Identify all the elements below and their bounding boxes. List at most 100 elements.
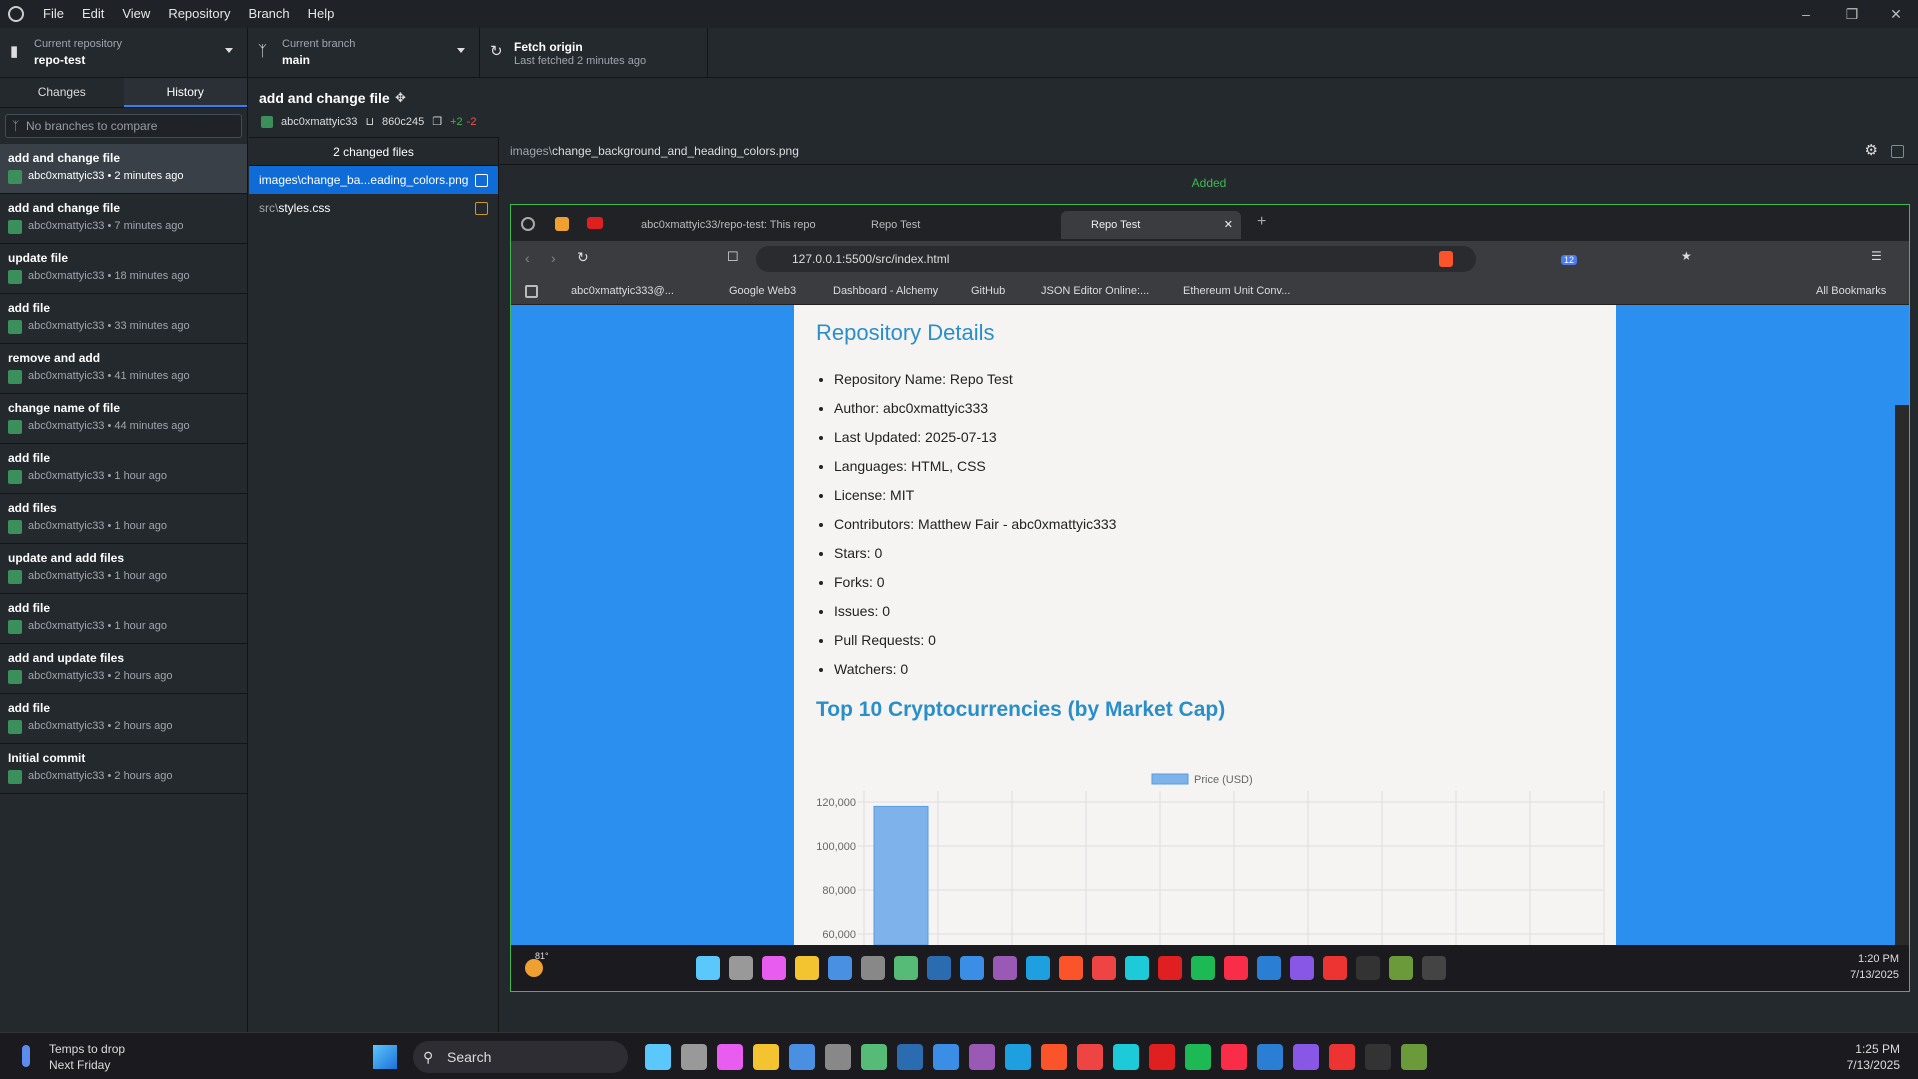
tab-history[interactable]: History (123, 78, 247, 107)
restore-icon[interactable]: ❐ (1830, 0, 1874, 28)
commit-item[interactable]: add and update files abc0xmattyic33 • 2 h… (0, 644, 247, 694)
menu-file[interactable]: File (34, 0, 73, 28)
detail-item: Repository Name: Repo Test (834, 365, 1116, 394)
close-icon[interactable]: ✕ (1874, 0, 1918, 28)
commit-item[interactable]: add and change file abc0xmattyic33 • 7 mi… (0, 194, 247, 244)
start-icon[interactable] (373, 1045, 397, 1069)
new-tab-icon[interactable]: + (1257, 213, 1266, 231)
taskbar-app-icon[interactable] (645, 1044, 671, 1070)
tab-changes[interactable]: Changes (0, 78, 124, 107)
menu-help[interactable]: Help (299, 0, 344, 28)
taskbar-app-icon[interactable] (1041, 1044, 1067, 1070)
taskbar-app-icon[interactable] (1221, 1044, 1247, 1070)
details-list: Repository Name: Repo TestAuthor: abc0xm… (834, 365, 1116, 684)
commit-item[interactable]: add files abc0xmattyic33 • 1 hour ago (0, 494, 247, 544)
browser-tab[interactable]: abc0xmattyic33/repo-test: This repo (611, 211, 839, 239)
commit-item[interactable]: add and change file abc0xmattyic33 • 2 mi… (0, 144, 247, 194)
taskbar-app-icon[interactable] (1149, 1044, 1175, 1070)
scrollbar[interactable] (1895, 405, 1909, 991)
repository-selector[interactable]: ▮ Current repository repo-test (0, 28, 248, 78)
commit-item[interactable]: add file abc0xmattyic33 • 1 hour ago (0, 444, 247, 494)
file-row[interactable]: src\styles.css (249, 194, 498, 222)
commit-item[interactable]: update and add files abc0xmattyic33 • 1 h… (0, 544, 247, 594)
taskbar-app-icon[interactable] (1113, 1044, 1139, 1070)
taskbar-app-icon[interactable] (1185, 1044, 1211, 1070)
commit-item-meta: abc0xmattyic33 • 1 hour ago (8, 570, 239, 584)
commit-item[interactable]: Initial commit abc0xmattyic33 • 2 hours a… (0, 744, 247, 794)
taskbar-app-icon[interactable] (1365, 1044, 1391, 1070)
browser-tab-active[interactable]: Repo Test ✕ (1061, 211, 1241, 239)
bookmark-item[interactable]: JSON Editor Online:... (1041, 277, 1149, 305)
youtube-icon[interactable] (587, 217, 603, 229)
branch-compare-input[interactable]: ᛉ No branches to compare (5, 114, 242, 138)
commit-item[interactable]: add file abc0xmattyic33 • 33 minutes ago (0, 294, 247, 344)
taskbar-app-icon[interactable] (753, 1044, 779, 1070)
search-box[interactable]: ⚲ Search (413, 1041, 628, 1073)
expand-icon[interactable]: ✥ (395, 90, 406, 106)
pinned-tab-icon[interactable] (555, 217, 569, 231)
menu-repository[interactable]: Repository (159, 0, 239, 28)
gear-icon[interactable]: ⚙ (1865, 137, 1878, 165)
taskbar-app-icon[interactable] (933, 1044, 959, 1070)
taskbar-app-icon[interactable] (825, 1044, 851, 1070)
apps-icon[interactable] (525, 285, 538, 298)
bookmark-item[interactable]: abc0xmattyic333@... (571, 277, 674, 305)
commit-item-title: remove and add (8, 351, 101, 365)
taskbar-app-icon[interactable] (1005, 1044, 1031, 1070)
taskbar-app-icon[interactable] (789, 1044, 815, 1070)
clock[interactable]: 1:25 PM 7/13/2025 (1847, 1041, 1900, 1073)
menu-icon[interactable]: ☰ (1871, 249, 1882, 263)
commit-item-meta: abc0xmattyic33 • 2 hours ago (8, 770, 239, 784)
bookmark-item[interactable]: GitHub (971, 277, 1005, 305)
menu-branch[interactable]: Branch (239, 0, 298, 28)
back-icon[interactable]: ‹ (525, 250, 530, 266)
menu-edit[interactable]: Edit (73, 0, 113, 28)
y-tick-label: 60,000 (822, 929, 856, 941)
commit-item-meta: abc0xmattyic33 • 41 minutes ago (8, 370, 239, 384)
commit-item[interactable]: change name of file abc0xmattyic33 • 44 m… (0, 394, 247, 444)
browser-menu-icon[interactable] (521, 217, 535, 231)
weather-widget[interactable]: Temps to drop Next Friday (49, 1041, 125, 1073)
taskbar-app-icon[interactable] (861, 1044, 887, 1070)
bookmark-icon[interactable]: ☐ (727, 249, 739, 265)
all-bookmarks[interactable]: All Bookmarks (1816, 277, 1886, 305)
forward-icon[interactable]: › (551, 250, 556, 266)
taskbar-app-icon[interactable] (1401, 1044, 1427, 1070)
bookmark-item[interactable]: Dashboard - Alchemy (833, 277, 938, 305)
bookmark-item[interactable]: Google Web3 (729, 277, 796, 305)
taskbar-app-icon[interactable] (897, 1044, 923, 1070)
minimize-icon[interactable]: – (1784, 0, 1828, 28)
inner-taskbar-app-icon (1257, 956, 1281, 980)
branch-selector[interactable]: ᛉ Current branch main (248, 28, 480, 78)
close-icon[interactable]: ✕ (1224, 211, 1233, 239)
reload-icon[interactable]: ↻ (577, 249, 589, 266)
taskbar-app-icon[interactable] (1293, 1044, 1319, 1070)
taskbar-app-icon[interactable] (1077, 1044, 1103, 1070)
detail-item: Watchers: 0 (834, 655, 1116, 684)
copy-icon[interactable]: ❐ (432, 115, 442, 128)
taskbar-app-icon[interactable] (717, 1044, 743, 1070)
bookmark-item[interactable]: Ethereum Unit Conv... (1183, 277, 1290, 305)
commit-item-meta: abc0xmattyic33 • 44 minutes ago (8, 420, 239, 434)
puzzle-icon[interactable]: ★ (1681, 249, 1692, 263)
commit-item[interactable]: remove and add abc0xmattyic33 • 41 minute… (0, 344, 247, 394)
webpage: Repository Details Repository Name: Repo… (511, 305, 1909, 991)
menu-view[interactable]: View (113, 0, 159, 28)
file-row[interactable]: images\change_ba...eading_colors.png (249, 166, 498, 194)
commit-meta-text: abc0xmattyic33 • 7 minutes ago (28, 220, 184, 232)
taskbar-app-icon[interactable] (1329, 1044, 1355, 1070)
toolbar: ▮ Current repository repo-test ᛉ Current… (0, 28, 1918, 78)
url-input[interactable]: 127.0.0.1:5500/src/index.html (756, 246, 1476, 272)
brave-shield-icon[interactable] (1439, 251, 1453, 267)
url-text: 127.0.0.1:5500/src/index.html (792, 252, 950, 266)
fetch-origin-button[interactable]: ↻ Fetch origin Last fetched 2 minutes ag… (480, 28, 708, 78)
commit-item[interactable]: add file abc0xmattyic33 • 1 hour ago (0, 594, 247, 644)
taskbar-app-icon[interactable] (969, 1044, 995, 1070)
commit-item[interactable]: update file abc0xmattyic33 • 18 minutes a… (0, 244, 247, 294)
commit-item[interactable]: add file abc0xmattyic33 • 2 hours ago (0, 694, 247, 744)
commit-meta-text: abc0xmattyic33 • 1 hour ago (28, 520, 167, 532)
taskbar-app-icon[interactable] (681, 1044, 707, 1070)
browser-tabbar: abc0xmattyic33/repo-test: This repo Repo… (511, 205, 1909, 241)
taskbar-app-icon[interactable] (1257, 1044, 1283, 1070)
browser-tab[interactable]: Repo Test (841, 211, 1051, 239)
